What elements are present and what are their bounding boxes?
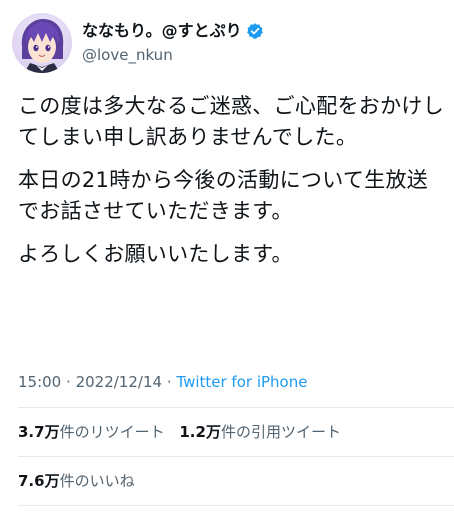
divider [18,505,454,506]
quote-count: 1.2万 [179,423,221,441]
tweet-time[interactable]: 15:00 [18,373,61,391]
meta-separator: · [66,373,71,391]
quotes-stat[interactable]: 1.2万件の引用ツイート [179,423,341,441]
avatar-image [12,13,72,73]
likes-stat[interactable]: 7.6万件のいいね [18,472,135,490]
tweet-paragraph: この度は多大なるご迷惑、ご心配をおかけしてしまい申し訳ありませんでした。 [18,94,444,149]
meta-separator: · [166,373,172,391]
divider [18,407,454,408]
tweet-text: この度は多大なるご迷惑、ご心配をおかけしてしまい申し訳ありませんでした。 本日の… [18,91,448,282]
like-label: 件のいいね [59,472,135,490]
user-names: ななもり。@すとぷり @love_nkun [82,20,264,66]
tweet-header: ななもり。@すとぷり @love_nkun [12,12,264,74]
tweet-source-link[interactable]: Twitter for iPhone [176,373,307,391]
likes-stats-row: 7.6万件のいいね [18,470,135,492]
engagement-stats-row: 3.7万件のリツイート 1.2万件の引用ツイート [18,421,341,443]
tweet-meta: 15:00 · 2022/12/14 · Twitter for iPhone [18,371,307,393]
tweet-paragraph: 本日の21時から今後の活動について生放送でお話させていただきます。 [18,168,429,223]
divider [18,456,454,457]
retweet-label: 件のリツイート [59,423,165,441]
user-handle[interactable]: @love_nkun [82,44,264,66]
retweet-count: 3.7万 [18,423,60,441]
verified-badge-icon [246,22,264,40]
display-name[interactable]: ななもり。@すとぷり [82,20,242,42]
display-name-row[interactable]: ななもり。@すとぷり [82,20,264,42]
tweet-date[interactable]: 2022/12/14 [76,373,162,391]
retweets-stat[interactable]: 3.7万件のリツイート [18,423,169,441]
like-count: 7.6万 [18,472,60,490]
tweet-paragraph: よろしくお願いいたします。 [18,242,293,266]
quote-label: 件の引用ツイート [220,423,341,441]
avatar[interactable] [12,13,72,73]
